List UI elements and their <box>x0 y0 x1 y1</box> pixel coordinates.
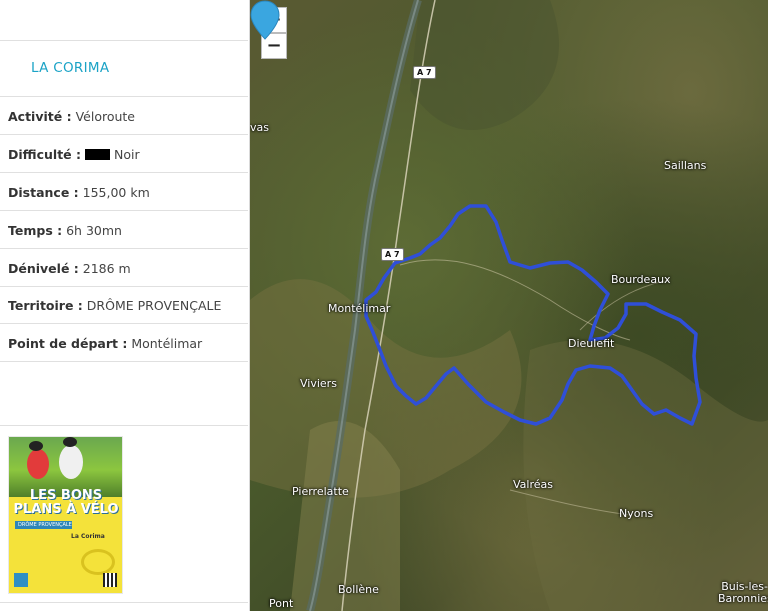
elevation-value: 2186 m <box>82 261 131 276</box>
divider <box>0 96 248 97</box>
start-point-label: Point de départ : <box>8 336 128 351</box>
place-label-pierrelatte: Pierrelatte <box>292 485 349 498</box>
brochure-headline: LES BONS PLANS À VÉLO <box>13 488 119 517</box>
brochure-route-name: La Corima <box>71 533 105 540</box>
divider <box>0 172 248 173</box>
brochure-thumbnail[interactable]: LES BONS PLANS À VÉLO DRÔME PROVENÇALE L… <box>8 436 123 594</box>
route-info-panel: LA CORIMA Activité : Véloroute Difficult… <box>0 0 250 611</box>
divider <box>0 248 248 249</box>
place-label-viviers: Viviers <box>300 377 337 390</box>
place-label-dieulefit: Dieulefit <box>568 337 615 350</box>
place-label-pont: Pont <box>269 597 294 610</box>
route-title[interactable]: LA CORIMA <box>31 60 109 76</box>
cyclist-icon <box>27 449 49 479</box>
start-point-row: Point de départ : Montélimar <box>8 336 202 351</box>
time-row: Temps : 6h 30mn <box>8 223 122 238</box>
distance-row: Distance : 155,00 km <box>8 185 150 200</box>
time-value: 6h 30mn <box>66 223 122 238</box>
elevation-row: Dénivelé : 2186 m <box>8 261 131 276</box>
distance-value: 155,00 km <box>82 185 150 200</box>
place-label-saillans: Saillans <box>664 159 707 172</box>
divider <box>0 210 248 211</box>
divider <box>0 323 248 324</box>
divider <box>0 602 248 603</box>
helmet-icon <box>63 437 77 447</box>
place-label-vas: vas <box>250 121 269 134</box>
a7-road-shield: A 7 <box>413 66 436 79</box>
qr-code-icon <box>103 573 117 587</box>
place-label-bourdeaux: Bourdeaux <box>611 273 671 286</box>
road <box>399 259 631 341</box>
divider <box>0 134 248 135</box>
divider <box>0 425 248 426</box>
territory-row: Territoire : DRÔME PROVENÇALE <box>8 298 221 313</box>
start-point-value: Montélimar <box>131 336 203 351</box>
activity-value: Véloroute <box>75 109 135 124</box>
helmet-icon <box>29 441 43 451</box>
terrain-patch <box>410 0 559 130</box>
terrain-patch <box>523 340 768 611</box>
place-label-montelimar: Montélimar <box>328 302 391 315</box>
distance-label: Distance : <box>8 185 79 200</box>
bicycle-icon <box>81 549 115 575</box>
difficulty-label: Difficulté : <box>8 147 81 162</box>
territory-value: DRÔME PROVENÇALE <box>86 298 222 313</box>
divider <box>0 286 248 287</box>
divider <box>0 361 248 362</box>
elevation-label: Dénivelé : <box>8 261 79 276</box>
activity-row: Activité : Véloroute <box>8 109 135 124</box>
place-label-valreas: Valréas <box>513 478 553 491</box>
a7-road-shield: A 7 <box>381 248 404 261</box>
place-label-nyons: Nyons <box>619 507 654 520</box>
activity-label: Activité : <box>8 109 72 124</box>
satellite-map[interactable]: + − A 7 A 7 vas Saillans Bourdeaux Monté… <box>250 0 768 611</box>
place-label-buis: Buis-les-Baronnies <box>718 580 768 605</box>
divider <box>0 40 248 41</box>
brochure-region: DRÔME PROVENÇALE <box>15 521 72 529</box>
start-marker-icon[interactable] <box>250 0 280 40</box>
drome-logo-icon <box>14 573 28 587</box>
difficulty-value: Noir <box>113 147 140 162</box>
cyclist-icon <box>59 445 83 479</box>
time-label: Temps : <box>8 223 63 238</box>
difficulty-row: Difficulté : Noir <box>8 147 140 162</box>
difficulty-color-swatch <box>84 149 110 160</box>
place-label-bollene: Bollène <box>338 583 379 596</box>
territory-label: Territoire : <box>8 298 83 313</box>
